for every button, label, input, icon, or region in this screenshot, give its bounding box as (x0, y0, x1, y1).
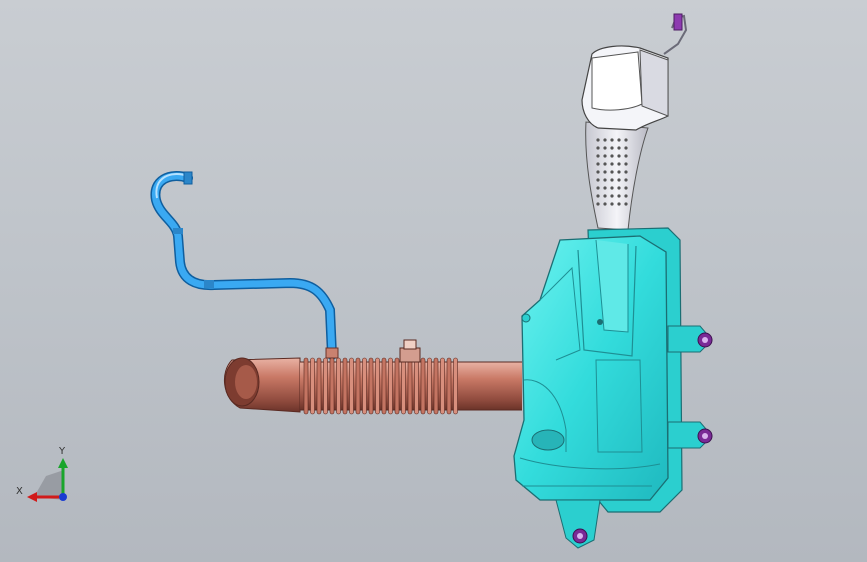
intake-duct[interactable] (224, 339, 522, 415)
cad-model-scene[interactable] (0, 0, 867, 562)
air-snorkel[interactable] (581, 45, 669, 231)
graphics-viewport[interactable]: Y X (0, 0, 867, 562)
air-filter-housing[interactable] (513, 227, 713, 549)
breather-hose[interactable] (150, 171, 339, 360)
top-mount-clip[interactable] (663, 13, 688, 55)
